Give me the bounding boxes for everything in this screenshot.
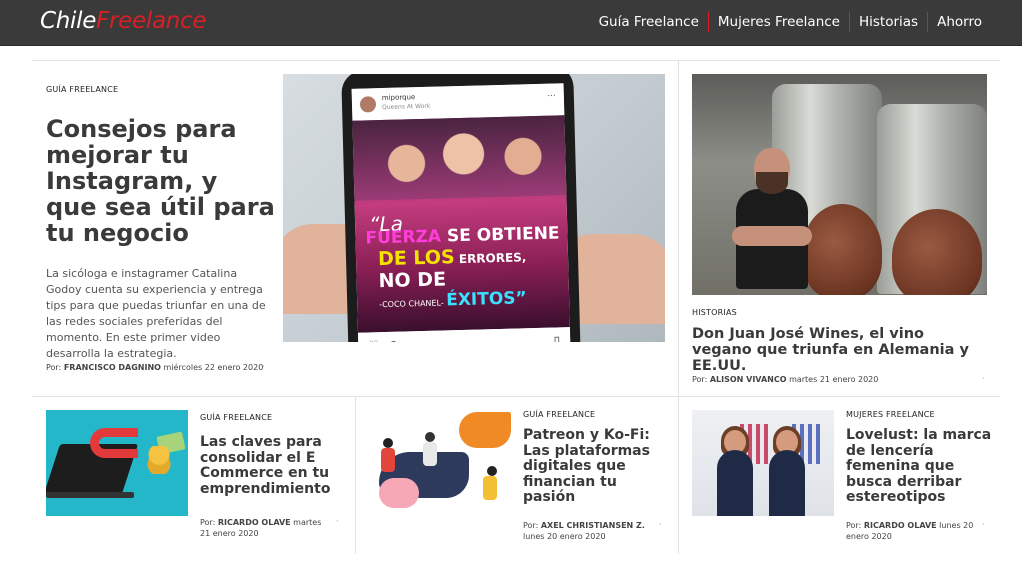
author-link[interactable]: RICARDO OLAVE [218, 518, 291, 527]
nav-item-guia-freelance[interactable]: Guía Freelance [590, 12, 708, 32]
category-label[interactable]: GUÍA FREELANCE [523, 410, 595, 419]
nav-item-ahorro[interactable]: Ahorro [927, 12, 991, 32]
article-card-image[interactable] [46, 410, 188, 516]
article-meta: Por: RICARDO OLAVE lunes 20 enero 2020 [846, 520, 976, 542]
article-meta: Por: AXEL CHRISTIANSEN Z. lunes 20 enero… [523, 520, 661, 542]
logo-text-chile: Chile [40, 8, 97, 34]
bookmark-icon: ▯ [553, 333, 561, 342]
meta-prefix: Por: [46, 363, 62, 372]
divider [678, 60, 679, 396]
article-card-title[interactable]: Lovelust: la marca de lencería femenina … [846, 427, 992, 506]
person-figure [487, 466, 497, 476]
article-meta: Por: FRANCISCO DAGNINO miércoles 22 ener… [46, 362, 286, 373]
separator-dot: · [982, 374, 985, 383]
phone-shape: miporque Queens At Work ··· “La FUERZA S… [341, 74, 581, 342]
category-label[interactable]: MUJERES FREELANCE [846, 410, 935, 419]
category-label[interactable]: GUÍA FREELANCE [200, 413, 272, 422]
side-article-image[interactable] [692, 74, 987, 295]
main-nav: Guía Freelance Mujeres Freelance Histori… [590, 12, 991, 32]
quote-text: FUERZA SE OBTIENE [365, 223, 560, 249]
separator-dot: · [336, 517, 339, 526]
woman-figure [769, 450, 805, 516]
person-figure [383, 438, 393, 448]
comment-icon: ○ [388, 338, 399, 342]
author-link[interactable]: AXEL CHRISTIANSEN Z. [541, 521, 645, 530]
woman-figure [717, 450, 753, 516]
share-icon: ➢ [408, 337, 418, 342]
divider [32, 60, 1000, 61]
nav-item-mujeres-freelance[interactable]: Mujeres Freelance [707, 12, 849, 32]
separator-dot: · [262, 362, 265, 371]
site-logo[interactable]: ChileFreelance [40, 8, 207, 34]
instagram-username: miporque [381, 93, 416, 103]
meta-prefix: Por: [846, 521, 862, 530]
meta-prefix: Por: [523, 521, 539, 530]
abstract-shape [459, 412, 511, 448]
quote-text: DE LOS ERRORES, [377, 246, 527, 271]
coins-shape [144, 446, 174, 474]
divider [355, 396, 356, 554]
divider [32, 396, 1000, 397]
magnet-shape [90, 428, 138, 458]
clay-amphora-shape [802, 204, 882, 295]
person-figure [483, 476, 497, 500]
man-beard [756, 172, 788, 194]
meta-prefix: Por: [200, 518, 216, 527]
featured-article-excerpt: La sicóloga e instagramer Catalina Godoy… [46, 267, 266, 360]
instagram-post-image: “La FUERZA SE OBTIENE DE LOS ERRORES, NO… [352, 115, 570, 333]
article-card-image[interactable] [369, 410, 511, 516]
man-arms [732, 226, 812, 246]
article-date: miércoles 22 enero 2020 [163, 363, 264, 372]
article-date: martes 21 enero 2020 [789, 375, 879, 384]
person-figure [425, 432, 435, 442]
category-label[interactable]: GUÍA FREELANCE [46, 85, 118, 94]
logo-text-freelance: Freelance [96, 8, 207, 34]
side-article-title[interactable]: Don Juan José Wines, el vino vegano que … [692, 326, 982, 374]
featured-article-title[interactable]: Consejos para mejorar tu Instagram, y qu… [46, 116, 276, 246]
article-card-title[interactable]: Patreon y Ko-Fi: Las plataformas digital… [523, 427, 663, 506]
meta-prefix: Por: [692, 375, 708, 384]
heart-icon: ♡ [368, 338, 379, 342]
person-figure [423, 442, 437, 466]
featured-article-image[interactable]: miporque Queens At Work ··· “La FUERZA S… [283, 74, 665, 342]
quote-text: -COCO CHANEL- ÉXITOS” [379, 288, 527, 311]
article-meta: Por: ALISON VIVANCO martes 21 enero 2020 [692, 374, 878, 385]
article-card-title[interactable]: Las claves para consolidar el E Commerce… [200, 434, 340, 497]
faces-photo [352, 115, 567, 201]
article-date: lunes 20 enero 2020 [523, 532, 606, 541]
nav-item-historias[interactable]: Historias [849, 12, 927, 32]
author-link[interactable]: ALISON VIVANCO [710, 375, 787, 384]
author-link[interactable]: FRANCISCO DAGNINO [64, 363, 161, 372]
separator-dot: · [982, 520, 985, 529]
top-navbar: ChileFreelance Guía Freelance Mujeres Fr… [0, 0, 1022, 46]
article-meta: Por: RICARDO OLAVE martes 21 enero 2020 [200, 517, 330, 539]
laptop-base-shape [46, 492, 134, 498]
author-link[interactable]: RICARDO OLAVE [864, 521, 937, 530]
avatar [359, 96, 377, 113]
quote-text: NO DE [378, 268, 447, 293]
instagram-subtitle: Queens At Work [381, 102, 431, 112]
category-label[interactable]: HISTORIAS [692, 308, 737, 317]
divider [678, 396, 679, 554]
separator-dot: · [659, 520, 662, 529]
person-figure [381, 448, 395, 472]
abstract-shape [379, 478, 419, 508]
more-options-icon: ··· [547, 91, 556, 102]
article-card-image[interactable] [692, 410, 834, 516]
phone-screen: miporque Queens At Work ··· “La FUERZA S… [351, 83, 571, 342]
clay-amphora-shape [892, 209, 982, 295]
